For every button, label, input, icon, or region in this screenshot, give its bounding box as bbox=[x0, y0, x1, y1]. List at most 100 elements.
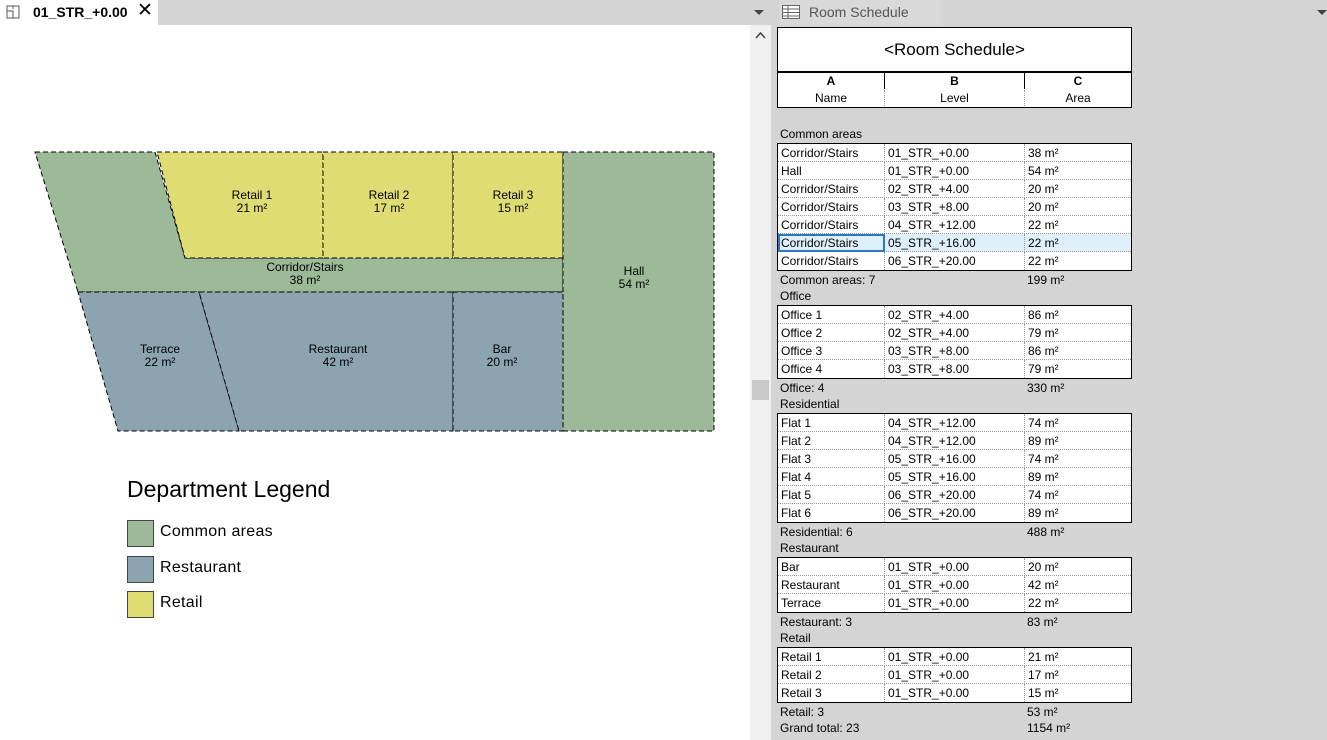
cell-level[interactable]: 06_STR_+20.00 bbox=[885, 504, 1025, 522]
table-row[interactable]: Corridor/Stairs 05_STR_+16.00 22 m² bbox=[778, 234, 1131, 252]
cell-level[interactable]: 01_STR_+0.00 bbox=[885, 666, 1025, 684]
room-name-label[interactable]: Restaurant bbox=[309, 342, 368, 356]
table-row[interactable]: Flat 3 05_STR_+16.00 74 m² bbox=[778, 450, 1131, 468]
cell-level[interactable]: 02_STR_+4.00 bbox=[885, 180, 1025, 198]
cell-name[interactable]: Flat 4 bbox=[778, 468, 885, 486]
table-row[interactable]: Corridor/Stairs 01_STR_+0.00 38 m² bbox=[778, 144, 1131, 162]
scroll-up-icon[interactable] bbox=[755, 31, 766, 39]
cell-name[interactable]: Retail 2 bbox=[778, 666, 885, 684]
column-letter-a[interactable]: A bbox=[778, 73, 885, 89]
cell-area[interactable]: 74 m² bbox=[1025, 486, 1131, 504]
column-name-name[interactable]: Name bbox=[778, 90, 885, 106]
cell-name[interactable]: Retail 3 bbox=[778, 684, 885, 702]
cell-name[interactable]: Corridor/Stairs bbox=[778, 144, 885, 162]
cell-level[interactable]: 03_STR_+8.00 bbox=[885, 198, 1025, 216]
room-name-label[interactable]: Retail 3 bbox=[493, 188, 534, 202]
cell-name[interactable]: Retail 1 bbox=[778, 648, 885, 666]
cell-name[interactable]: Bar bbox=[778, 558, 885, 576]
cell-area[interactable]: 74 m² bbox=[1025, 450, 1131, 468]
cell-area[interactable]: 79 m² bbox=[1025, 360, 1131, 378]
cell-area[interactable]: 86 m² bbox=[1025, 342, 1131, 360]
room-schedule-tab[interactable]: Room Schedule bbox=[779, 0, 941, 25]
group-header[interactable]: Restaurant bbox=[780, 541, 839, 555]
floor-plan-tab[interactable]: 01_STR_+0.00 ✕ bbox=[0, 0, 158, 25]
table-row[interactable]: Flat 1 04_STR_+12.00 74 m² bbox=[778, 414, 1131, 432]
close-icon[interactable]: ✕ bbox=[137, 1, 153, 21]
table-row[interactable]: Corridor/Stairs 02_STR_+4.00 20 m² bbox=[778, 180, 1131, 198]
room-name-label[interactable]: Corridor/Stairs bbox=[266, 260, 343, 274]
cell-name[interactable]: Corridor/Stairs bbox=[778, 180, 885, 198]
cell-area[interactable]: 22 m² bbox=[1025, 234, 1131, 252]
room-area-label[interactable]: 20 m² bbox=[487, 355, 518, 369]
group-header[interactable]: Common areas bbox=[780, 127, 862, 141]
group-header[interactable]: Retail bbox=[780, 631, 811, 645]
column-name-level[interactable]: Level bbox=[885, 90, 1025, 106]
cell-name[interactable]: Corridor/Stairs bbox=[778, 252, 885, 270]
table-row[interactable]: Corridor/Stairs 03_STR_+8.00 20 m² bbox=[778, 198, 1131, 216]
cell-name[interactable]: Flat 5 bbox=[778, 486, 885, 504]
cell-area[interactable]: 15 m² bbox=[1025, 684, 1131, 702]
cell-name[interactable]: Office 3 bbox=[778, 342, 885, 360]
cell-name[interactable]: Office 2 bbox=[778, 324, 885, 342]
cell-name[interactable]: Flat 2 bbox=[778, 432, 885, 450]
room-name-label[interactable]: Terrace bbox=[140, 342, 180, 356]
room-name-label[interactable]: Retail 2 bbox=[369, 188, 410, 202]
room-area-label[interactable]: 15 m² bbox=[498, 201, 529, 215]
cell-level[interactable]: 01_STR_+0.00 bbox=[885, 162, 1025, 180]
cell-area[interactable]: 22 m² bbox=[1025, 216, 1131, 234]
chevron-down-icon[interactable] bbox=[1316, 6, 1327, 18]
cell-name[interactable]: Corridor/Stairs bbox=[778, 234, 885, 252]
cell-area[interactable]: 54 m² bbox=[1025, 162, 1131, 180]
table-row[interactable]: Terrace 01_STR_+0.00 22 m² bbox=[778, 594, 1131, 612]
room-area-label[interactable]: 22 m² bbox=[145, 355, 176, 369]
table-row[interactable]: Corridor/Stairs 04_STR_+12.00 22 m² bbox=[778, 216, 1131, 234]
scrollbar-thumb[interactable] bbox=[752, 380, 769, 400]
cell-area[interactable]: 86 m² bbox=[1025, 306, 1131, 324]
cell-area[interactable]: 79 m² bbox=[1025, 324, 1131, 342]
cell-area[interactable]: 17 m² bbox=[1025, 666, 1131, 684]
cell-level[interactable]: 04_STR_+12.00 bbox=[885, 432, 1025, 450]
cell-name[interactable]: Flat 3 bbox=[778, 450, 885, 468]
room-name-label[interactable]: Bar bbox=[493, 342, 512, 356]
table-row[interactable]: Hall 01_STR_+0.00 54 m² bbox=[778, 162, 1131, 180]
table-row[interactable]: Flat 5 06_STR_+20.00 74 m² bbox=[778, 486, 1131, 504]
table-row[interactable]: Flat 6 06_STR_+20.00 89 m² bbox=[778, 504, 1131, 522]
cell-area[interactable]: 74 m² bbox=[1025, 414, 1131, 432]
cell-name[interactable]: Hall bbox=[778, 162, 885, 180]
table-row[interactable]: Corridor/Stairs 06_STR_+20.00 22 m² bbox=[778, 252, 1131, 270]
cell-name[interactable]: Flat 1 bbox=[778, 414, 885, 432]
table-row[interactable]: Retail 2 01_STR_+0.00 17 m² bbox=[778, 666, 1131, 684]
cell-level[interactable]: 01_STR_+0.00 bbox=[885, 684, 1025, 702]
group-header[interactable]: Residential bbox=[780, 397, 839, 411]
room-area-label[interactable]: 21 m² bbox=[237, 201, 268, 215]
table-row[interactable]: Bar 01_STR_+0.00 20 m² bbox=[778, 558, 1131, 576]
cell-name[interactable]: Corridor/Stairs bbox=[778, 216, 885, 234]
group-header[interactable]: Office bbox=[780, 289, 811, 303]
table-row[interactable]: Office 4 03_STR_+8.00 79 m² bbox=[778, 360, 1131, 378]
column-letter-b[interactable]: B bbox=[885, 73, 1025, 89]
cell-name[interactable]: Flat 6 bbox=[778, 504, 885, 522]
room-area-label[interactable]: 17 m² bbox=[374, 201, 405, 215]
room-common-4[interactable] bbox=[562, 151, 715, 432]
cell-level[interactable]: 01_STR_+0.00 bbox=[885, 648, 1025, 666]
cell-level[interactable]: 01_STR_+0.00 bbox=[885, 594, 1025, 612]
cell-name[interactable]: Terrace bbox=[778, 594, 885, 612]
cell-level[interactable]: 04_STR_+12.00 bbox=[885, 216, 1025, 234]
cell-area[interactable]: 38 m² bbox=[1025, 144, 1131, 162]
schedule-view[interactable]: <Room Schedule> A B C Name Level Area Co… bbox=[771, 25, 1327, 740]
chevron-down-icon[interactable] bbox=[753, 6, 765, 18]
cell-level[interactable]: 02_STR_+4.00 bbox=[885, 306, 1025, 324]
vertical-scrollbar[interactable] bbox=[750, 25, 771, 740]
table-row[interactable]: Office 1 02_STR_+4.00 86 m² bbox=[778, 306, 1131, 324]
cell-area[interactable]: 89 m² bbox=[1025, 468, 1131, 486]
column-name-area[interactable]: Area bbox=[1025, 90, 1131, 106]
cell-level[interactable]: 05_STR_+16.00 bbox=[885, 468, 1025, 486]
cell-area[interactable]: 20 m² bbox=[1025, 198, 1131, 216]
cell-area[interactable]: 22 m² bbox=[1025, 252, 1131, 270]
table-row[interactable]: Retail 3 01_STR_+0.00 15 m² bbox=[778, 684, 1131, 702]
room-name-label[interactable]: Retail 1 bbox=[232, 188, 273, 202]
cell-area[interactable]: 22 m² bbox=[1025, 594, 1131, 612]
room-name-label[interactable]: Hall bbox=[624, 264, 645, 278]
cell-name[interactable]: Office 1 bbox=[778, 306, 885, 324]
cell-level[interactable]: 01_STR_+0.00 bbox=[885, 576, 1025, 594]
